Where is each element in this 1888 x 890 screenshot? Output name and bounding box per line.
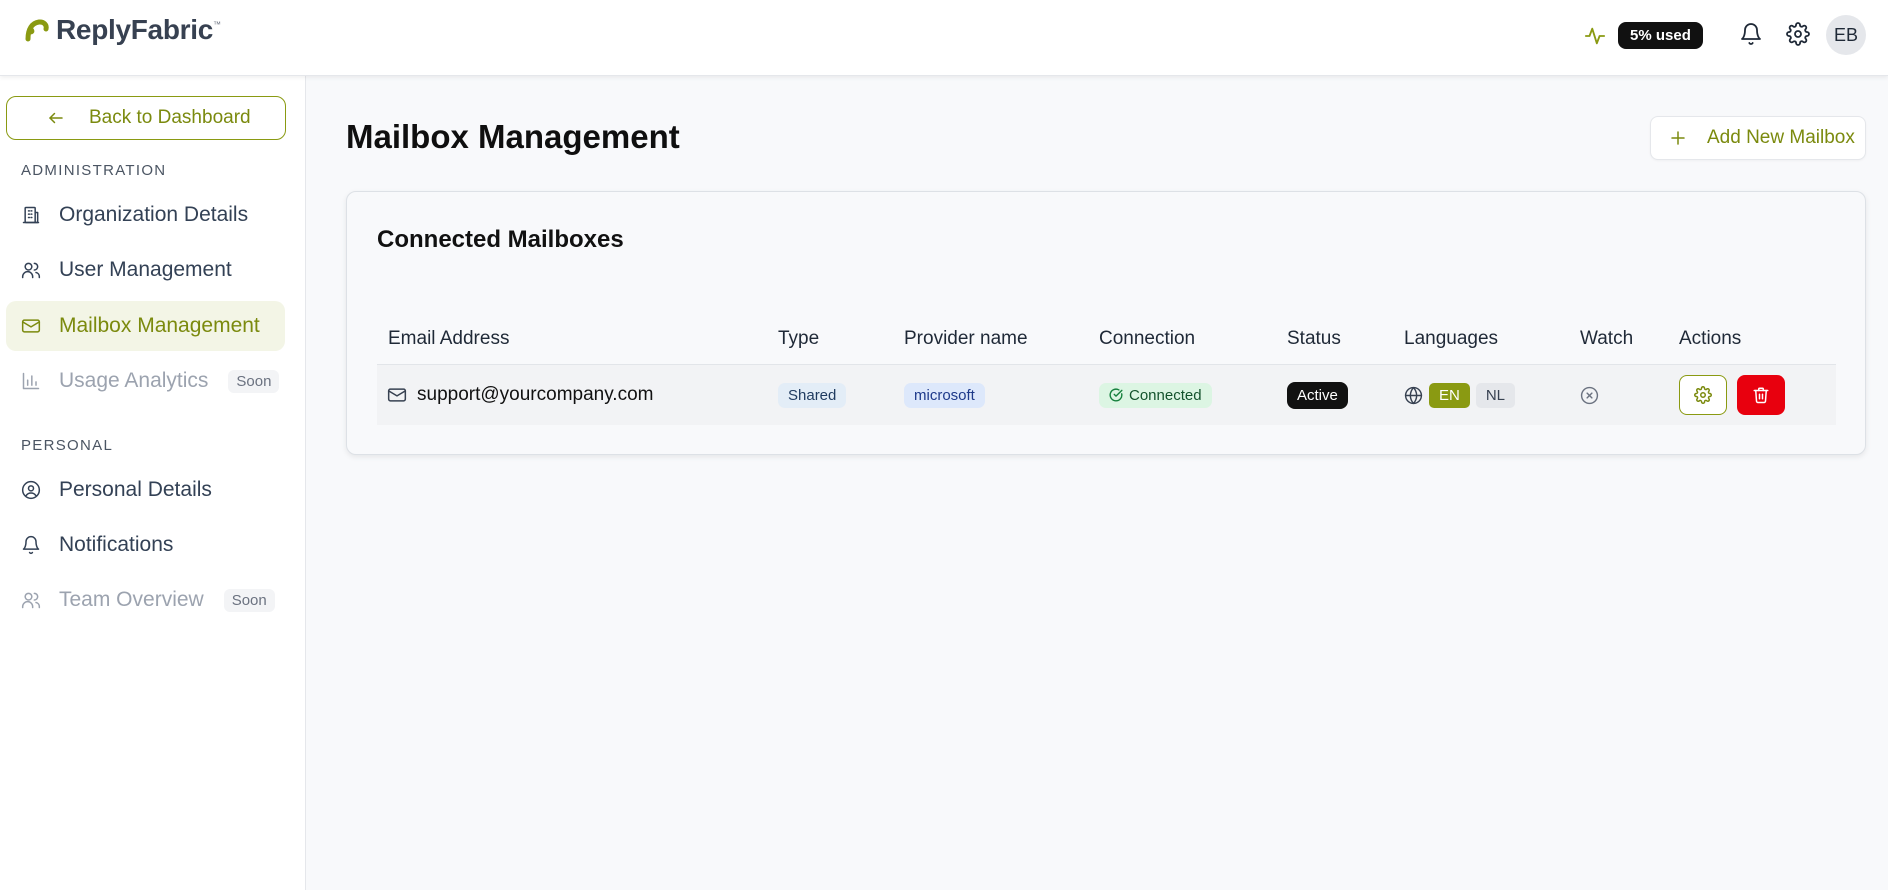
sidebar-item-user-management[interactable]: User Management: [6, 245, 285, 295]
arrow-left-icon: [49, 112, 63, 124]
card-title: Connected Mailboxes: [377, 226, 624, 253]
connection-label: Connected: [1129, 386, 1202, 404]
language-tag-en: EN: [1429, 382, 1470, 408]
type-badge: Shared: [778, 382, 847, 408]
sidebar-item-label: Team Overview: [59, 588, 204, 611]
back-to-dashboard-button[interactable]: Back to Dashboard: [6, 96, 286, 140]
email-address: support@yourcompany.com: [417, 384, 654, 405]
provider-cell: microsoft: [904, 365, 985, 425]
languages-cell: EN NL: [1404, 365, 1516, 425]
column-header-connection: Connection: [1099, 328, 1196, 349]
column-header-status: Status: [1287, 328, 1341, 349]
column-header-email: Email Address: [388, 328, 510, 349]
sidebar-item-label: Mailbox Management: [59, 314, 260, 337]
connection-cell: Connected: [1099, 365, 1212, 425]
status-cell: Active: [1287, 365, 1348, 425]
add-button-label: Add New Mailbox: [1707, 127, 1855, 148]
gear-icon: [1786, 22, 1810, 46]
type-cell: Shared: [778, 365, 847, 425]
sidebar-item-label: Organization Details: [59, 203, 249, 226]
gear-icon: [1694, 386, 1712, 404]
back-label: Back to Dashboard: [89, 107, 251, 128]
table-row[interactable]: support@yourcompany.com Shared microsoft…: [377, 365, 1836, 425]
sidebar-item-mailbox-management[interactable]: Mailbox Management: [6, 301, 285, 351]
usage-indicator[interactable]: 5% used: [1584, 22, 1703, 49]
sidebar-item-usage-analytics: Usage Analytics Soon: [6, 356, 285, 406]
sidebar-item-organization-details[interactable]: Organization Details: [6, 190, 285, 240]
bar-chart-icon: [22, 372, 40, 390]
globe-icon: [1404, 386, 1423, 404]
trash-icon: [1753, 387, 1769, 404]
column-header-watch: Watch: [1580, 328, 1634, 349]
bell-icon: [22, 535, 40, 555]
sidebar: Back to Dashboard ADMINISTRATION Organiz…: [0, 76, 306, 890]
sidebar-item-label: User Management: [59, 258, 232, 281]
add-new-mailbox-button[interactable]: Add New Mailbox: [1650, 116, 1866, 160]
top-bar: ReplyFabric™ 5% used EB: [0, 0, 1888, 76]
x-circle-icon[interactable]: [1580, 386, 1599, 405]
sidebar-item-notifications[interactable]: Notifications: [6, 520, 285, 570]
logo-mark-icon: [25, 19, 49, 42]
sidebar-item-label: Usage Analytics: [59, 369, 209, 392]
sidebar-item-label: Personal Details: [59, 478, 212, 501]
users-icon: [21, 262, 41, 279]
users-icon: [21, 592, 41, 609]
section-label-administration: ADMINISTRATION: [21, 162, 167, 179]
column-header-type: Type: [778, 328, 820, 349]
settings-button[interactable]: [1784, 20, 1812, 48]
user-circle-icon: [21, 480, 41, 500]
language-tag-nl: NL: [1475, 382, 1516, 408]
sidebar-item-team-overview: Team Overview Soon: [6, 575, 285, 625]
plus-icon: [1671, 131, 1685, 145]
sidebar-item-personal-details[interactable]: Personal Details: [6, 465, 285, 515]
logo-text: ReplyFabric™: [56, 14, 221, 45]
column-header-actions: Actions: [1679, 328, 1742, 349]
logo[interactable]: ReplyFabric™: [24, 14, 221, 46]
email-cell: support@yourcompany.com: [387, 365, 653, 425]
mail-icon: [21, 319, 41, 333]
usage-badge: 5% used: [1618, 22, 1703, 49]
mailbox-settings-button[interactable]: [1679, 375, 1727, 415]
sidebar-item-label: Notifications: [59, 533, 174, 556]
soon-badge: Soon: [223, 588, 275, 612]
status-badge: Active: [1287, 381, 1348, 409]
notifications-button[interactable]: [1737, 20, 1765, 48]
connection-badge: Connected: [1099, 382, 1212, 408]
column-header-provider: Provider name: [904, 328, 1028, 349]
building-icon: [22, 206, 40, 224]
connected-mailboxes-card: Connected Mailboxes Email Address Type P…: [346, 191, 1866, 455]
provider-badge: microsoft: [904, 382, 985, 408]
column-header-languages: Languages: [1404, 328, 1499, 349]
activity-icon: [1584, 27, 1606, 44]
check-circle-icon: [1109, 388, 1123, 402]
bell-icon: [1741, 23, 1761, 45]
page-title: Mailbox Management: [346, 118, 680, 155]
section-label-personal: PERSONAL: [21, 437, 114, 454]
watch-cell: [1580, 365, 1599, 425]
avatar[interactable]: EB: [1826, 15, 1866, 55]
actions-cell: [1679, 365, 1785, 425]
mail-icon: [387, 388, 407, 402]
soon-badge: Soon: [228, 369, 280, 393]
delete-mailbox-button[interactable]: [1737, 375, 1785, 415]
